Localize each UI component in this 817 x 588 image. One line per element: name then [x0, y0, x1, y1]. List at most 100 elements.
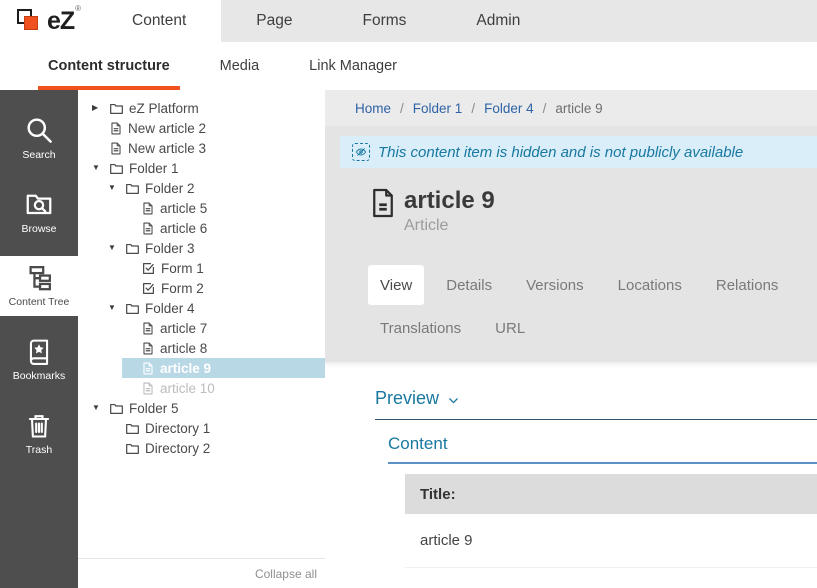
- title-texts: article 9 Article: [404, 188, 495, 235]
- top-bar: eZ ® ContentPageFormsAdmin: [0, 0, 817, 42]
- field-title: Title: article 9: [405, 474, 817, 568]
- collapse-all-button[interactable]: Collapse all: [255, 567, 317, 581]
- tree-item-folder-4[interactable]: ▼ Folder 4: [78, 298, 325, 318]
- expander-collapsed-icon[interactable]: ▶: [92, 104, 104, 112]
- breadcrumb-link-home[interactable]: Home: [355, 101, 391, 116]
- tree-item-label: Directory 1: [145, 421, 210, 436]
- top-nav-content[interactable]: Content: [97, 0, 221, 42]
- tree-item-label: article 7: [160, 321, 207, 336]
- tab-url[interactable]: URL: [483, 308, 537, 348]
- tree-item-label: article 10: [160, 381, 215, 396]
- tree-item-article-8[interactable]: article 8: [78, 338, 325, 358]
- tab-view[interactable]: View: [368, 265, 424, 305]
- tab-locations[interactable]: Locations: [606, 265, 694, 305]
- bookmarks-icon: [25, 338, 53, 366]
- tab-versions[interactable]: Versions: [514, 265, 596, 305]
- tree-item-form-2[interactable]: Form 2: [78, 278, 325, 298]
- article-icon: [141, 361, 155, 376]
- breadcrumb-link-folder-1[interactable]: Folder 1: [413, 101, 463, 116]
- field-value: article 9: [405, 514, 817, 568]
- folder-icon: [125, 441, 140, 456]
- sub-nav-content-structure[interactable]: Content structure: [38, 42, 180, 90]
- chevron-down-icon: [447, 394, 460, 407]
- sidebar-item-content-tree[interactable]: Content Tree: [0, 256, 78, 316]
- content-tree-panel: ▶eZ PlatformNew article 2New article 3▼F…: [78, 90, 325, 588]
- content-header: Home / Folder 1 / Folder 4 / article 9 This co…: [325, 90, 817, 362]
- breadcrumb-separator: /: [400, 101, 404, 116]
- tree-item-article-5[interactable]: article 5: [78, 198, 325, 218]
- folder-icon: [109, 161, 124, 176]
- sidebar-item-browse[interactable]: Browse: [0, 182, 78, 242]
- tree-item-ez-platform[interactable]: ▶eZ Platform: [78, 98, 325, 118]
- tree-item-directory-2[interactable]: Directory 2: [78, 438, 325, 458]
- expander-expanded-icon[interactable]: ▼: [108, 304, 120, 312]
- breadcrumb-separator: /: [543, 101, 547, 116]
- article-icon: [141, 341, 155, 356]
- top-nav: ContentPageFormsAdmin: [97, 0, 555, 42]
- tab-content-view: Preview Content Title: article 9: [325, 362, 817, 588]
- article-document-icon: [370, 188, 396, 235]
- content-tabs: ViewDetailsVersionsLocationsRelations Tra…: [368, 265, 812, 362]
- tab-translations[interactable]: Translations: [368, 308, 473, 348]
- search-icon: [24, 115, 54, 145]
- sidebar-item-label: Trash: [26, 444, 52, 456]
- article-icon: [141, 381, 155, 396]
- expander-expanded-icon[interactable]: ▼: [108, 184, 120, 192]
- tree-item-folder-5[interactable]: ▼ Folder 5: [78, 398, 325, 418]
- sub-nav: Content structure Media Link Manager: [0, 42, 817, 90]
- sidebar-item-label: Browse: [21, 223, 56, 235]
- article-icon: [141, 321, 155, 336]
- tree-item-form-1[interactable]: Form 1: [78, 258, 325, 278]
- article-icon: [109, 141, 123, 156]
- tree-item-new-article-2[interactable]: New article 2: [78, 118, 325, 138]
- content-tree-icon: [25, 264, 53, 292]
- content-title-block: article 9 Article: [370, 188, 817, 235]
- expander-expanded-icon[interactable]: ▼: [108, 244, 120, 252]
- folder-icon: [125, 181, 140, 196]
- tab-details[interactable]: Details: [434, 265, 504, 305]
- content-section: Content Title: article 9: [388, 434, 817, 568]
- expander-expanded-icon[interactable]: ▼: [92, 164, 104, 172]
- sidebar-item-trash[interactable]: Trash: [0, 404, 78, 464]
- sidebar-item-bookmarks[interactable]: Bookmarks: [0, 330, 78, 390]
- tree-item-new-article-3[interactable]: New article 3: [78, 138, 325, 158]
- tree-item-article-10[interactable]: article 10: [78, 378, 325, 398]
- tree-item-folder-1[interactable]: ▼Folder 1: [78, 158, 325, 178]
- main-area: Home / Folder 1 / Folder 4 / article 9 This co…: [325, 90, 817, 588]
- tree-item-article-7[interactable]: article 7: [78, 318, 325, 338]
- tree-item-article-6[interactable]: article 6: [78, 218, 325, 238]
- article-icon: [141, 201, 155, 216]
- ez-logo[interactable]: eZ ®: [0, 0, 97, 42]
- breadcrumb-current: article 9: [555, 101, 602, 116]
- field-label: Title:: [405, 474, 817, 514]
- top-nav-admin[interactable]: Admin: [441, 0, 555, 42]
- top-nav-page[interactable]: Page: [221, 0, 327, 42]
- tree-item-folder-3[interactable]: ▼ Folder 3: [78, 238, 325, 258]
- folder-icon: [109, 101, 124, 116]
- app-root: eZ ® ContentPageFormsAdmin Content struc…: [0, 0, 817, 588]
- sub-nav-media[interactable]: Media: [210, 42, 270, 90]
- trash-icon: [25, 412, 53, 440]
- sub-nav-link-manager[interactable]: Link Manager: [299, 42, 407, 90]
- sidebar-item-search[interactable]: Search: [0, 108, 78, 168]
- logo-orange-square: [24, 16, 38, 30]
- article-icon: [141, 221, 155, 236]
- sidebar-item-label: Bookmarks: [13, 370, 66, 382]
- top-nav-forms[interactable]: Forms: [328, 0, 442, 42]
- tree-item-label: Folder 4: [145, 301, 195, 316]
- breadcrumb-separator: /: [471, 101, 475, 116]
- logo-registered-mark: ®: [75, 4, 81, 13]
- tab-relations[interactable]: Relations: [704, 265, 791, 305]
- folder-icon: [125, 301, 140, 316]
- tree-item-folder-2[interactable]: ▼ Folder 2: [78, 178, 325, 198]
- tree-item-label: Folder 3: [145, 241, 195, 256]
- tree-item-directory-1[interactable]: Directory 1: [78, 418, 325, 438]
- breadcrumb-link-folder-4[interactable]: Folder 4: [484, 101, 534, 116]
- tree-item-label: Folder 2: [145, 181, 195, 196]
- expander-expanded-icon[interactable]: ▼: [92, 404, 104, 412]
- tree-item-article-9[interactable]: article 9: [78, 358, 325, 378]
- preview-section-header[interactable]: Preview: [375, 388, 817, 420]
- hidden-notice: This content item is hidden and is not p…: [340, 136, 817, 168]
- tree-item-label: article 6: [160, 221, 207, 236]
- tree-item-label: Folder 5: [129, 401, 179, 416]
